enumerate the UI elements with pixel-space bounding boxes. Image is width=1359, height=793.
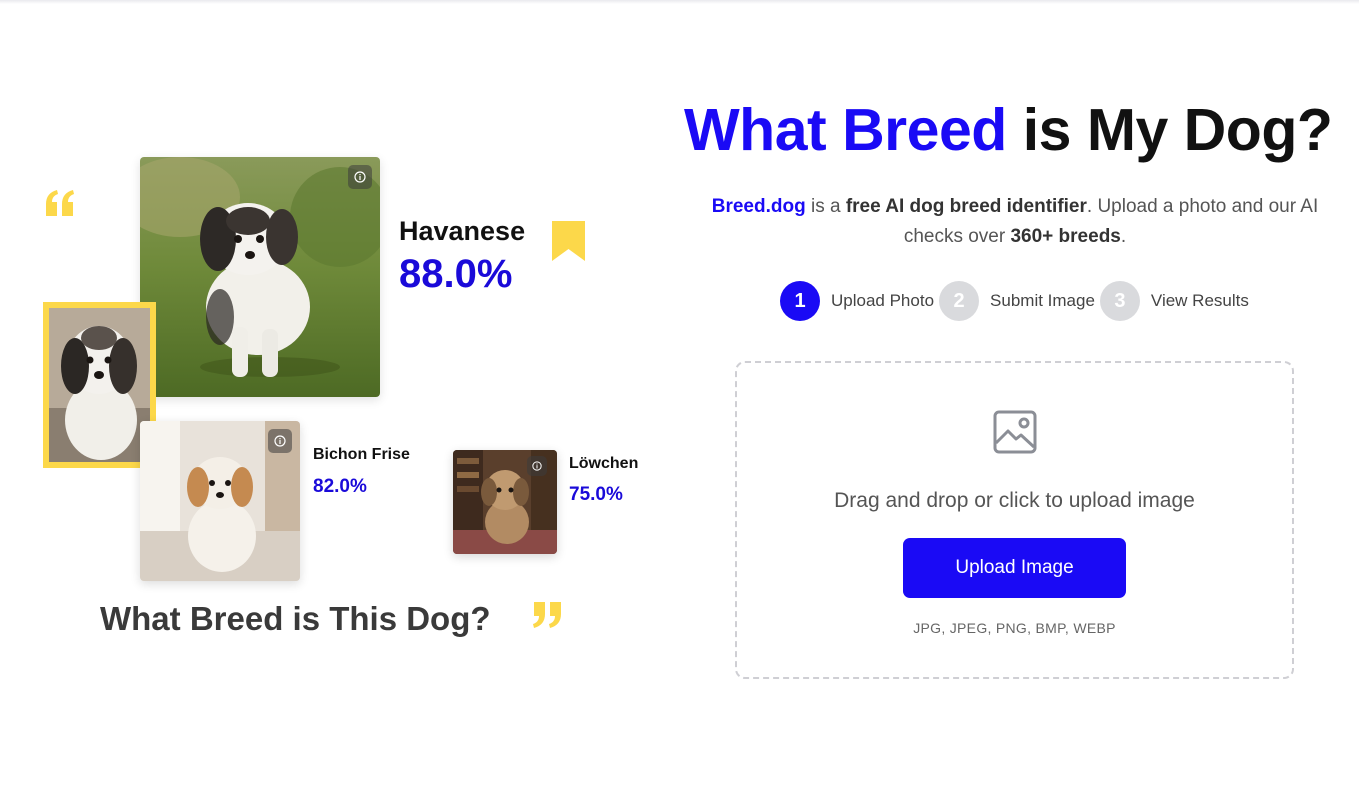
close-quote-icon [533,602,561,628]
upload-steps: 1 Upload Photo 2 Submit Image 3 View Res… [780,281,1254,321]
step-number: 1 [780,281,820,321]
desc-bold: free AI dog breed identifier [845,196,1087,217]
step-label: View Results [1150,291,1249,310]
page-title: What Breed is My Dog? [684,96,1354,164]
bookmark-icon [552,221,585,261]
step-label: Upload Photo [831,291,935,310]
result-breed-name: Bichon Frise [313,446,410,463]
image-dropzone[interactable]: Drag and drop or click to upload image U… [735,361,1294,679]
dropzone-prompt: Drag and drop or click to upload image [834,489,1195,512]
page-title-rest: is My Dog? [1006,97,1333,163]
desc-text: . [1120,226,1127,247]
bichon-frise-photo [140,421,300,581]
step-label: Submit Image [990,291,1095,310]
open-quote-icon [46,190,74,216]
hero-description: Breed.dog is a free AI dog breed identif… [690,192,1340,252]
result-confidence: 88.0% [399,252,513,296]
step-upload-photo: 1 Upload Photo [780,281,939,321]
supported-formats: JPG, JPEG, PNG, BMP, WEBP [913,620,1116,636]
collage-caption: What Breed is This Dog? [100,600,491,637]
example-collage: Havanese 88.0% Bichon Frise 82.0% Löwche… [0,0,660,793]
result-breed-name: Havanese [399,216,526,246]
havanese-photo [140,157,380,397]
info-icon[interactable] [527,456,547,476]
result-confidence: 82.0% [313,476,367,497]
step-view-results: 3 View Results [1099,281,1254,321]
info-icon[interactable] [268,429,292,453]
desc-text: is a [805,196,846,217]
step-number: 3 [1099,281,1140,321]
result-breed-name: Löwchen [569,455,639,472]
upload-image-button[interactable]: Upload Image [903,538,1126,598]
step-submit-image: 2 Submit Image [939,281,1100,321]
image-icon [993,410,1037,454]
lowchen-photo [453,450,557,554]
desc-bold: 360+ breeds [1010,226,1121,247]
info-icon[interactable] [348,165,372,189]
step-number: 2 [939,281,980,321]
result-confidence: 75.0% [569,484,623,505]
brand-link[interactable]: Breed.dog [712,196,806,217]
page-title-accent: What Breed [684,97,1007,163]
